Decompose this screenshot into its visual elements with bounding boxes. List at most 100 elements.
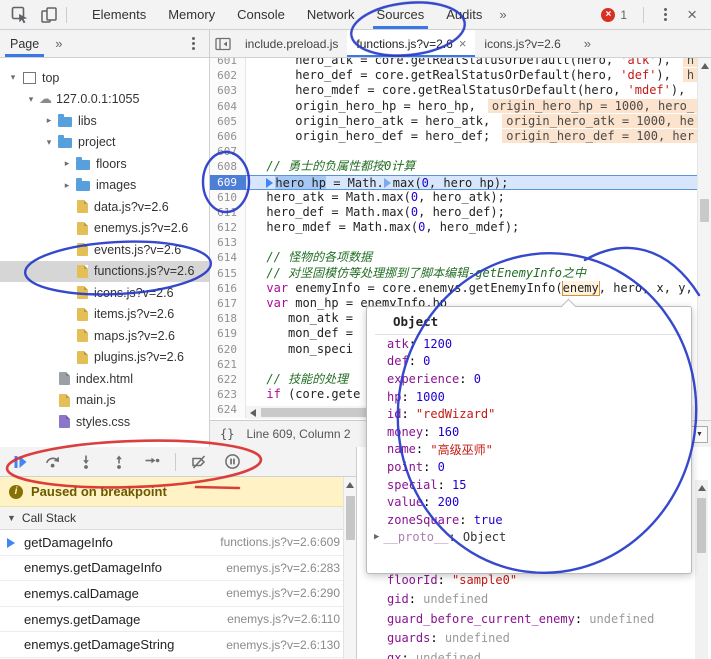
call-stack-frame[interactable]: enemys.getDamageInfoenemys.js?v=2.6:283 bbox=[0, 556, 356, 582]
code-line-609[interactable]: 609hero_hp = Math.max(0, hero_hp); bbox=[210, 175, 711, 190]
line-number[interactable]: 607 bbox=[210, 144, 246, 159]
line-number[interactable]: 613 bbox=[210, 235, 246, 250]
tree-item-enemys-js-v-2-6[interactable]: enemys.js?v=2.6 bbox=[0, 218, 209, 240]
close-tab-icon[interactable]: × bbox=[459, 36, 467, 51]
code-line-604[interactable]: 604origin_hero_hp = hero_hp,origin_hero_… bbox=[210, 99, 711, 114]
panel-tab-console[interactable]: Console bbox=[226, 0, 296, 29]
tree-item-index-html[interactable]: index.html bbox=[0, 368, 209, 390]
tree-item-127-0-0-1-1055[interactable]: ▾☁127.0.0.1:1055 bbox=[0, 89, 209, 111]
step-into-button[interactable] bbox=[76, 452, 96, 472]
line-number[interactable]: 611 bbox=[210, 205, 246, 220]
popup-property[interactable]: money: 160 bbox=[367, 423, 691, 441]
more-panels-chevron[interactable]: » bbox=[493, 7, 512, 22]
panel-tab-elements[interactable]: Elements bbox=[81, 0, 157, 29]
panel-tab-network[interactable]: Network bbox=[296, 0, 366, 29]
expander-closed-icon[interactable]: ▸ bbox=[60, 158, 74, 169]
line-number[interactable]: 604 bbox=[210, 99, 246, 114]
step-button[interactable] bbox=[142, 452, 162, 472]
line-number[interactable]: 621 bbox=[210, 357, 246, 372]
scroll-up-icon[interactable] bbox=[701, 63, 709, 69]
line-number[interactable]: 610 bbox=[210, 190, 246, 205]
popup-property[interactable]: hp: 1000 bbox=[367, 388, 691, 406]
popup-property[interactable]: atk: 1200 bbox=[367, 335, 691, 353]
line-number[interactable]: 606 bbox=[210, 129, 246, 144]
code-line-615[interactable]: 615// 对坚固模仿等处理挪到了脚本编辑-getEnemyInfo之中 bbox=[210, 266, 711, 281]
line-number[interactable]: 605 bbox=[210, 114, 246, 129]
tree-item-floors[interactable]: ▸floors bbox=[0, 153, 209, 175]
code-line-602[interactable]: 602hero_def = core.getRealStatusOrDefaul… bbox=[210, 68, 711, 83]
tree-item-images[interactable]: ▸images bbox=[0, 175, 209, 197]
pause-on-exceptions-button[interactable] bbox=[222, 452, 242, 472]
popup-property[interactable]: def: 0 bbox=[367, 353, 691, 371]
call-stack-frame[interactable]: getDamageInfofunctions.js?v=2.6:609 bbox=[0, 530, 356, 556]
tab-page[interactable]: Page bbox=[0, 30, 49, 57]
expander-closed-icon[interactable]: ▸ bbox=[60, 180, 74, 191]
popup-property[interactable]: name: "高级巫师" bbox=[367, 441, 691, 459]
tree-item-functions-js-v-2-6[interactable]: functions.js?v=2.6 bbox=[0, 261, 209, 283]
code-line-606[interactable]: 606origin_hero_def = hero_def;origin_her… bbox=[210, 129, 711, 144]
tree-item-items-js-v-2-6[interactable]: items.js?v=2.6 bbox=[0, 304, 209, 326]
scope-variable[interactable]: gx: undefined bbox=[357, 648, 711, 659]
line-number[interactable]: 602 bbox=[210, 68, 246, 83]
call-stack-frame[interactable]: enemys.getDamageenemys.js?v=2.6:110 bbox=[0, 607, 356, 633]
code-line-613[interactable]: 613 bbox=[210, 235, 711, 250]
deactivate-breakpoints-button[interactable] bbox=[189, 452, 209, 472]
dock-toggle-button[interactable]: ▼ bbox=[691, 426, 708, 443]
code-line-608[interactable]: 608// 勇士的负属性都按0计算 bbox=[210, 159, 711, 174]
scroll-thumb[interactable] bbox=[697, 498, 706, 553]
tree-item-maps-js-v-2-6[interactable]: maps.js?v=2.6 bbox=[0, 325, 209, 347]
popup-property[interactable]: id: "redWizard" bbox=[367, 405, 691, 423]
code-line-603[interactable]: 603hero_mdef = core.getRealStatusOrDefau… bbox=[210, 83, 711, 98]
expander-closed-icon[interactable]: ▸ bbox=[42, 115, 56, 126]
collapse-navigator-icon[interactable] bbox=[210, 30, 236, 57]
panel-tab-audits[interactable]: Audits bbox=[435, 0, 493, 29]
scroll-left-icon[interactable] bbox=[250, 409, 256, 417]
scroll-up-icon[interactable] bbox=[698, 485, 706, 491]
scope-scrollbar[interactable] bbox=[695, 480, 708, 659]
tree-item-top[interactable]: ▾top bbox=[0, 67, 209, 89]
tree-item-icons-js-v-2-6[interactable]: icons.js?v=2.6 bbox=[0, 282, 209, 304]
code-line-611[interactable]: 611hero_def = Math.max(0, hero_def); bbox=[210, 205, 711, 220]
devtools-menu-icon[interactable] bbox=[664, 13, 667, 16]
step-out-button[interactable] bbox=[109, 452, 129, 472]
tree-item-events-js-v-2-6[interactable]: events.js?v=2.6 bbox=[0, 239, 209, 261]
tree-item-project[interactable]: ▾project bbox=[0, 132, 209, 154]
editor-vertical-scrollbar[interactable] bbox=[697, 58, 711, 420]
call-stack-frame[interactable]: enemys.calDamageenemys.js?v=2.6:290 bbox=[0, 581, 356, 607]
error-badge-icon[interactable]: × bbox=[601, 8, 615, 22]
popup-property[interactable]: zoneSquare: true bbox=[367, 511, 691, 529]
vertical-scroll-thumb[interactable] bbox=[700, 199, 709, 222]
close-icon[interactable]: × bbox=[687, 5, 697, 25]
editor-tab-include-preload-js[interactable]: include.preload.js bbox=[236, 30, 347, 57]
line-number[interactable]: 618 bbox=[210, 311, 246, 326]
expander-open-icon[interactable]: ▾ bbox=[24, 94, 38, 105]
line-number[interactable]: 601 bbox=[210, 58, 246, 68]
scroll-thumb[interactable] bbox=[346, 496, 355, 540]
more-navigator-tabs-chevron[interactable]: » bbox=[49, 36, 68, 51]
popup-property[interactable]: point: 0 bbox=[367, 458, 691, 476]
call-stack-frame[interactable]: enemys.getDamageStringenemys.js?v=2.6:13… bbox=[0, 632, 356, 658]
code-line-601[interactable]: 601hero_atk = core.getRealStatusOrDefaul… bbox=[210, 58, 711, 68]
tree-item-styles-css[interactable]: styles.css bbox=[0, 411, 209, 433]
breakpoint-line-number[interactable]: 609 bbox=[210, 175, 246, 190]
navigator-menu-icon[interactable] bbox=[192, 42, 195, 45]
code-line-607[interactable]: 607 bbox=[210, 144, 711, 159]
inline-breakpoint-icon[interactable] bbox=[266, 178, 273, 188]
line-number[interactable]: 622 bbox=[210, 372, 246, 387]
tree-item-data-js-v-2-6[interactable]: data.js?v=2.6 bbox=[0, 196, 209, 218]
line-number[interactable]: 620 bbox=[210, 342, 246, 357]
line-number[interactable]: 608 bbox=[210, 159, 246, 174]
editor-tab-icons-js-v-2-6[interactable]: icons.js?v=2.6 bbox=[475, 30, 569, 57]
device-toolbar-icon[interactable] bbox=[40, 6, 58, 24]
panel-tab-sources[interactable]: Sources bbox=[366, 0, 436, 29]
tree-item-plugins-js-v-2-6[interactable]: plugins.js?v=2.6 bbox=[0, 347, 209, 369]
inspect-element-icon[interactable] bbox=[11, 6, 29, 24]
line-number[interactable]: 612 bbox=[210, 220, 246, 235]
line-number[interactable]: 619 bbox=[210, 326, 246, 341]
tree-item-main-js[interactable]: main.js bbox=[0, 390, 209, 412]
error-count[interactable]: 1 bbox=[620, 8, 627, 22]
line-number[interactable]: 617 bbox=[210, 296, 246, 311]
line-number[interactable]: 614 bbox=[210, 250, 246, 265]
proto-row[interactable]: ▶ __proto__: Object bbox=[367, 529, 691, 547]
line-number[interactable]: 615 bbox=[210, 266, 246, 281]
